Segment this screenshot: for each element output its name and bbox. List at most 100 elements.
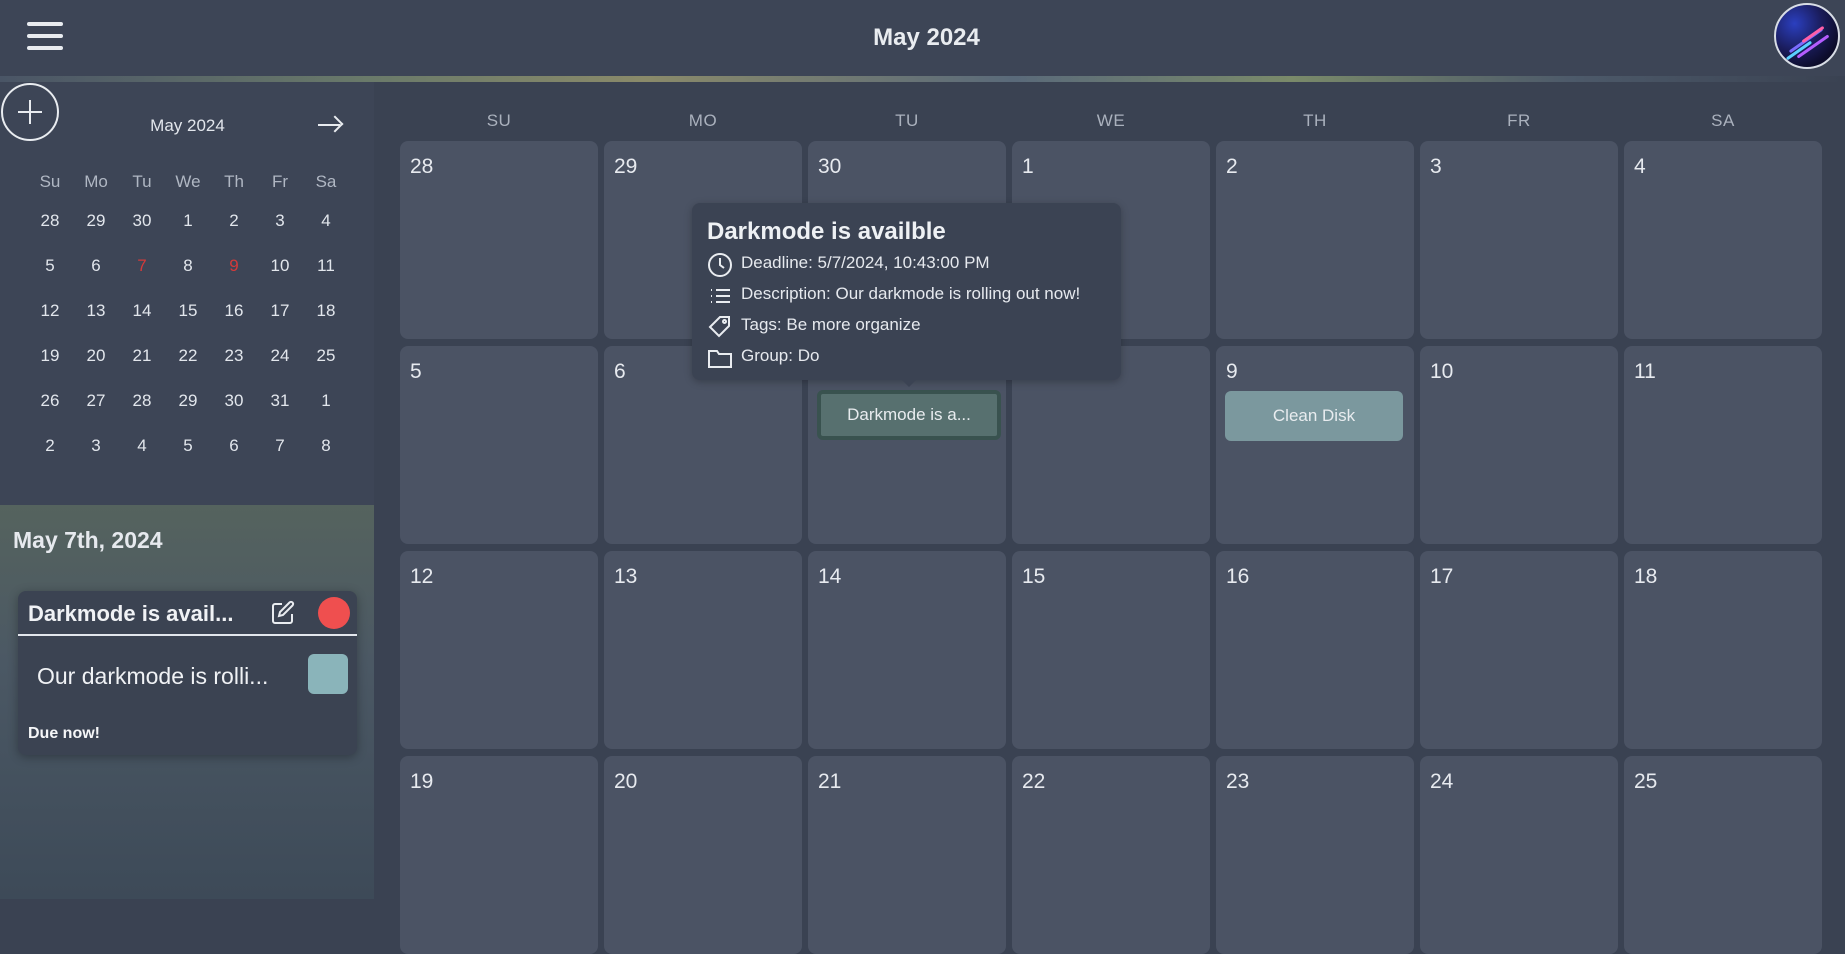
- tooltip-title: Darkmode is availble: [707, 218, 946, 245]
- task-complete-checkbox[interactable]: [308, 654, 348, 694]
- day-cell[interactable]: 18: [1624, 551, 1822, 749]
- day-cell[interactable]: 22: [1012, 756, 1210, 954]
- mini-calendar-day[interactable]: 20: [73, 333, 119, 378]
- day-cell[interactable]: 15: [1012, 551, 1210, 749]
- mini-calendar-day[interactable]: 25: [303, 333, 349, 378]
- day-cell[interactable]: 21: [808, 756, 1006, 954]
- tooltip-group-text: Group: Do: [741, 346, 820, 365]
- day-number: 24: [1430, 770, 1454, 793]
- avatar[interactable]: [1774, 3, 1840, 69]
- mini-calendar-day[interactable]: 4: [119, 423, 165, 468]
- mini-calendar-day[interactable]: 16: [211, 288, 257, 333]
- page-title: May 2024: [873, 24, 980, 51]
- day-number: 3: [1430, 155, 1442, 178]
- tooltip-description-text: Description: Our darkmode is rolling out…: [741, 284, 1081, 303]
- event-clean-disk[interactable]: Clean Disk: [1225, 391, 1403, 441]
- day-cell[interactable]: 17: [1420, 551, 1618, 749]
- mini-calendar-day[interactable]: 6: [73, 243, 119, 288]
- mini-calendar-day[interactable]: 14: [119, 288, 165, 333]
- mini-calendar-day[interactable]: 28: [27, 198, 73, 243]
- clock-icon: [708, 253, 732, 277]
- day-number: 30: [818, 155, 842, 178]
- mini-calendar-day[interactable]: 28: [119, 378, 165, 423]
- mini-calendar-day[interactable]: 30: [119, 198, 165, 243]
- mini-calendar-day[interactable]: 2: [211, 198, 257, 243]
- day-cell[interactable]: 28: [400, 141, 598, 339]
- day-cell[interactable]: 9: [1216, 346, 1414, 544]
- day-cell[interactable]: 23: [1216, 756, 1414, 954]
- mini-calendar-day[interactable]: 17: [257, 288, 303, 333]
- day-cell[interactable]: 2: [1216, 141, 1414, 339]
- mini-calendar-day[interactable]: 1: [303, 378, 349, 423]
- mini-calendar-day[interactable]: 6: [211, 423, 257, 468]
- mini-calendar-day[interactable]: 24: [257, 333, 303, 378]
- mini-calendar-day[interactable]: 21: [119, 333, 165, 378]
- mini-calendar-day[interactable]: 26: [27, 378, 73, 423]
- day-number: 25: [1634, 770, 1658, 793]
- mini-calendar-day[interactable]: 18: [303, 288, 349, 333]
- day-number: 19: [410, 770, 434, 793]
- mini-weekday-label: Fr: [271, 172, 289, 191]
- mini-calendar-day[interactable]: 19: [27, 333, 73, 378]
- day-number: 23: [1226, 770, 1250, 793]
- day-cell[interactable]: 5: [400, 346, 598, 544]
- day-cell[interactable]: 3: [1420, 141, 1618, 339]
- next-month-arrow-icon[interactable]: [316, 112, 346, 138]
- mini-calendar-day[interactable]: 8: [165, 243, 211, 288]
- edit-icon[interactable]: [270, 600, 296, 626]
- day-cell[interactable]: 20: [604, 756, 802, 954]
- day-number: 11: [1634, 360, 1656, 383]
- mini-calendar-day[interactable]: 27: [73, 378, 119, 423]
- mini-calendar-day[interactable]: 10: [257, 243, 303, 288]
- mini-calendar-day[interactable]: 11: [303, 243, 349, 288]
- mini-calendar-day[interactable]: 5: [165, 423, 211, 468]
- add-task-button[interactable]: [1, 83, 59, 141]
- event-darkmode[interactable]: Darkmode is a...: [817, 390, 1001, 440]
- task-card[interactable]: Darkmode is avail... Our darkmode is rol…: [18, 591, 357, 755]
- selected-date-heading: May 7th, 2024: [13, 527, 163, 553]
- mini-calendar-day[interactable]: 5: [27, 243, 73, 288]
- mini-calendar-day[interactable]: 8: [303, 423, 349, 468]
- mini-calendar-day[interactable]: 31: [257, 378, 303, 423]
- list-icon: [711, 289, 730, 303]
- day-cell[interactable]: 12: [400, 551, 598, 749]
- mini-calendar-day[interactable]: 2: [27, 423, 73, 468]
- day-cell[interactable]: 25: [1624, 756, 1822, 954]
- mini-weekday-label: Tu: [132, 172, 152, 191]
- mini-calendar-day[interactable]: 12: [27, 288, 73, 333]
- status-dot[interactable]: [318, 597, 350, 629]
- mini-calendar-day[interactable]: 1: [165, 198, 211, 243]
- day-number: 14: [818, 565, 842, 588]
- day-number: 18: [1634, 565, 1658, 588]
- day-number: 2: [1226, 155, 1238, 178]
- mini-calendar-day[interactable]: 3: [257, 198, 303, 243]
- weekday-label: MO: [688, 111, 718, 130]
- day-cell[interactable]: 4: [1624, 141, 1822, 339]
- mini-calendar-day[interactable]: 15: [165, 288, 211, 333]
- day-number: 21: [818, 770, 842, 793]
- mini-calendar-day[interactable]: 3: [73, 423, 119, 468]
- day-cell[interactable]: 14: [808, 551, 1006, 749]
- day-number: 9: [1226, 360, 1238, 383]
- mini-calendar-day[interactable]: 9: [211, 243, 257, 288]
- mini-calendar-day[interactable]: 13: [73, 288, 119, 333]
- weekday-label: WE: [1096, 111, 1126, 130]
- mini-calendar-day[interactable]: 22: [165, 333, 211, 378]
- day-cell[interactable]: 11: [1624, 346, 1822, 544]
- mini-calendar-day[interactable]: 30: [211, 378, 257, 423]
- day-number: 5: [410, 360, 422, 383]
- day-cell[interactable]: 10: [1420, 346, 1618, 544]
- mini-calendar-day[interactable]: 23: [211, 333, 257, 378]
- mini-calendar-day[interactable]: 29: [165, 378, 211, 423]
- day-number: 13: [614, 565, 638, 588]
- mini-calendar-day[interactable]: 4: [303, 198, 349, 243]
- mini-calendar-day[interactable]: 7: [119, 243, 165, 288]
- mini-weekday-label: Su: [39, 172, 61, 191]
- mini-calendar-day[interactable]: 29: [73, 198, 119, 243]
- tooltip-tags-text: Tags: Be more organize: [741, 315, 921, 334]
- day-cell[interactable]: 24: [1420, 756, 1618, 954]
- day-cell[interactable]: 19: [400, 756, 598, 954]
- mini-calendar-day[interactable]: 7: [257, 423, 303, 468]
- day-cell[interactable]: 13: [604, 551, 802, 749]
- day-cell[interactable]: 16: [1216, 551, 1414, 749]
